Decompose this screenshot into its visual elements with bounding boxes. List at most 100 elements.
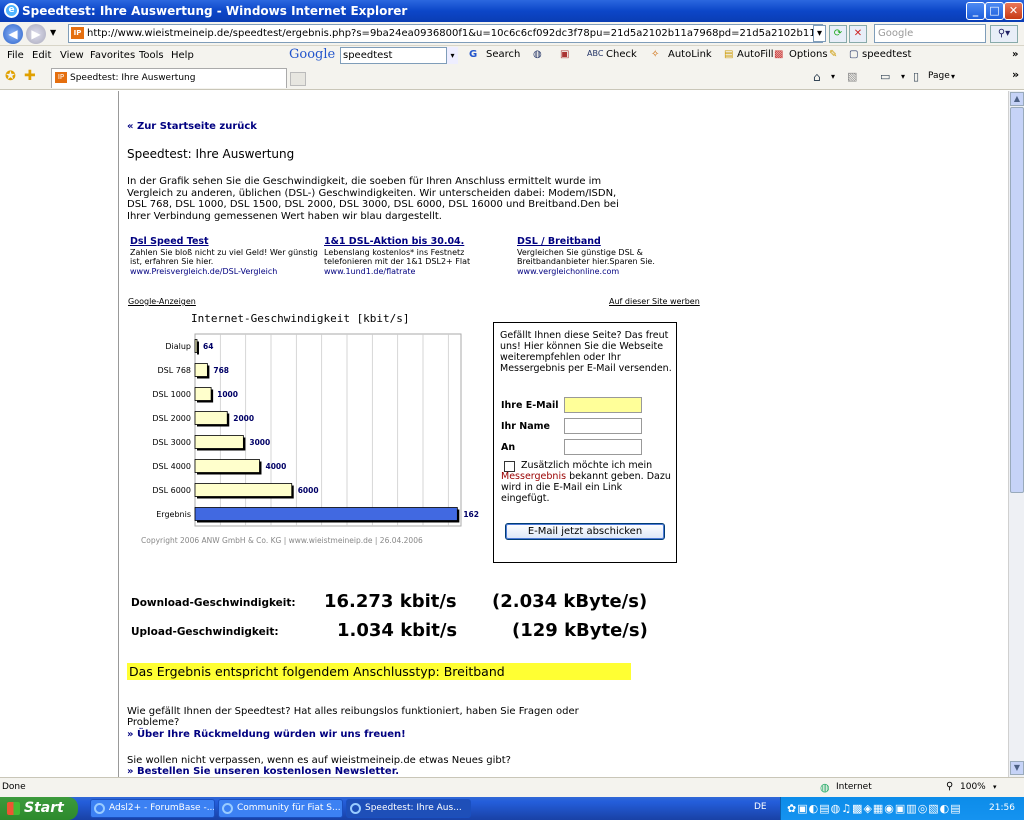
include-result-checkbox[interactable] — [504, 461, 515, 472]
ad-url[interactable]: www.vergleichonline.com — [517, 267, 619, 276]
spellcheck-icon: ABC — [587, 49, 604, 58]
newsletter-link[interactable]: » Bestellen Sie unseren kostenlosen News… — [127, 766, 399, 777]
globe-icon[interactable]: ◍ — [533, 49, 542, 60]
scroll-thumb[interactable] — [1010, 107, 1024, 493]
back-button[interactable]: ◀ — [3, 24, 23, 44]
scroll-up-icon[interactable]: ▲ — [1010, 92, 1024, 106]
ad-title[interactable]: Dsl Speed Test — [130, 237, 320, 247]
autolink-button[interactable]: AutoLink — [668, 49, 712, 60]
home-dropdown-icon[interactable]: ▾ — [831, 72, 835, 81]
print-dropdown-icon[interactable]: ▾ — [901, 72, 905, 81]
form-intro: Gefällt Ihnen diese Seite? Das freut uns… — [500, 330, 672, 374]
refresh-icon[interactable]: ⟳ — [829, 25, 847, 43]
stop-icon[interactable]: ✕ — [849, 25, 867, 43]
highlighter-icon[interactable]: ✎ — [829, 49, 837, 60]
menu-help[interactable]: Help — [171, 50, 194, 61]
tab-bar: ✪ ✚ IP Speedtest: Ihre Auswertung ⌂ ▾ ▧ … — [0, 66, 1024, 90]
menu-tools[interactable]: Tools — [139, 50, 164, 61]
feedback-link[interactable]: » Über Ihre Rückmeldung würden wir uns f… — [127, 729, 406, 740]
status-text: Done — [2, 782, 26, 792]
google-search-input[interactable]: speedtest — [340, 47, 458, 64]
page-content: « Zur Startseite zurück Speedtest: Ihre … — [118, 91, 708, 777]
google-ads-label[interactable]: Google-Anzeigen — [128, 297, 196, 306]
status-bar: Done ◍ Internet ⚲ 100% ▾ — [0, 777, 1024, 797]
vertical-scrollbar[interactable]: ▲ ▼ — [1008, 91, 1024, 777]
google-toolbar-logo[interactable]: Google — [289, 47, 335, 62]
add-favorites-icon[interactable]: ✚ — [24, 68, 36, 84]
taskbar-item-adsl[interactable]: Adsl2+ - ForumBase -... — [90, 799, 215, 818]
autofill-button[interactable]: AutoFill — [737, 49, 774, 60]
page-dropdown-icon[interactable]: ▾ — [951, 72, 955, 81]
advertise-link[interactable]: Auf dieser Site werben — [609, 297, 700, 306]
tray-icons[interactable]: ✿▣◐▤◍♫▩◈▦◉▣▥◎▧◐▤ — [787, 797, 962, 820]
menu-file[interactable]: File — [7, 50, 24, 61]
close-button[interactable]: ✕ — [1004, 2, 1023, 20]
ad-url[interactable]: www.Preisvergleich.de/DSL-Vergleich — [130, 267, 277, 276]
chart-category-label: DSL 3000 — [152, 438, 191, 447]
download-kbyte: (2.034 kByte/s) — [492, 591, 648, 612]
address-bar: ◀ ▶ ▼ IP http://www.wieistmeineip.de/spe… — [0, 22, 1024, 46]
chart-value-label: 768 — [213, 366, 229, 375]
commandbar-more-icon[interactable]: » — [1012, 68, 1019, 81]
chart-bar — [194, 459, 260, 473]
zoom-dropdown-icon[interactable]: ▾ — [993, 783, 997, 791]
url-field[interactable]: IP http://www.wieistmeineip.de/speedtest… — [68, 24, 823, 43]
scroll-down-icon[interactable]: ▼ — [1010, 761, 1024, 775]
chart-bar — [194, 411, 228, 425]
taskbar-item-community[interactable]: Community für Fiat S... — [218, 799, 343, 818]
email-field[interactable] — [564, 397, 642, 413]
ad-block-2[interactable]: 1&1 DSL-Aktion bis 30.04. Lebenslang kos… — [324, 237, 514, 276]
new-tab-button[interactable] — [290, 72, 306, 86]
chart-value-label: 6000 — [298, 486, 319, 495]
start-button[interactable]: Start — [0, 797, 78, 820]
favorites-star-icon[interactable]: ✪ — [5, 69, 16, 84]
upload-label: Upload-Geschwindigkeit: — [131, 626, 279, 638]
ad-title[interactable]: DSL / Breitband — [517, 237, 707, 247]
chart-value-label: 4000 — [265, 462, 286, 471]
check-button[interactable]: Check — [606, 49, 637, 60]
taskbar-item-speedtest[interactable]: Speedtest: Ihre Aus... — [346, 799, 471, 818]
home-icon[interactable]: ⌂ — [813, 70, 821, 84]
maximize-button[interactable]: □ — [985, 2, 1004, 20]
bookmark-speedtest[interactable]: speedtest — [862, 49, 911, 60]
chart-category-label: Ergebnis — [156, 510, 191, 519]
newsletter-text: Sie wollen nicht verpassen, wenn es auf … — [127, 755, 511, 766]
search-input[interactable]: Google — [874, 24, 986, 43]
upload-kbit: 1.034 kbit/s — [337, 620, 458, 641]
tab-speedtest[interactable]: IP Speedtest: Ihre Auswertung — [51, 68, 287, 88]
page-menu[interactable]: Page — [928, 71, 950, 81]
google-query-dropdown-icon[interactable]: ▾ — [446, 47, 458, 64]
chart-value-label: 16273 — [463, 510, 479, 519]
tab-favicon-icon: IP — [55, 72, 67, 83]
zoom-level[interactable]: 100% — [960, 782, 986, 792]
chart-value-label: 3000 — [249, 438, 270, 447]
forward-button[interactable]: ▶ — [26, 24, 46, 44]
google-search-button[interactable]: Search — [486, 49, 520, 60]
google-g-icon: G — [469, 49, 478, 60]
feeds-icon[interactable]: ▧ — [847, 70, 857, 83]
options-button[interactable]: Options — [789, 49, 828, 60]
ad-title[interactable]: 1&1 DSL-Aktion bis 30.04. — [324, 237, 514, 247]
history-dropdown-icon[interactable]: ▼ — [50, 28, 56, 37]
search-go-icon[interactable]: ⚲▾ — [990, 25, 1018, 43]
menu-bar: File Edit View Favorites Tools Help Goog… — [0, 46, 1024, 66]
menu-edit[interactable]: Edit — [32, 50, 51, 61]
back-to-start-link[interactable]: « Zur Startseite zurück — [127, 121, 257, 132]
email-label: Ihre E-Mail — [501, 400, 559, 411]
minimize-button[interactable]: _ — [966, 2, 985, 20]
to-field[interactable] — [564, 439, 642, 455]
print-icon[interactable]: ▭ — [880, 70, 890, 83]
url-dropdown-icon[interactable]: ▾ — [813, 25, 826, 42]
menu-favorites[interactable]: Favorites — [90, 50, 135, 61]
popup-blocker-icon[interactable]: ▣ — [560, 49, 569, 60]
chart-value-label: 1000 — [217, 390, 238, 399]
toolbar-more-icon[interactable]: » — [1012, 49, 1018, 60]
ad-block-1[interactable]: Dsl Speed Test Zahlen Sie bloß nicht zu … — [130, 237, 320, 276]
language-indicator[interactable]: DE — [754, 802, 767, 812]
menu-view[interactable]: View — [60, 50, 84, 61]
autofill-icon: ▤ — [724, 49, 734, 60]
ad-block-3[interactable]: DSL / Breitband Vergleichen Sie günstige… — [517, 237, 707, 276]
send-email-button[interactable]: E-Mail jetzt abschicken — [505, 523, 665, 540]
name-field[interactable] — [564, 418, 642, 434]
ad-url[interactable]: www.1und1.de/flatrate — [324, 267, 415, 276]
